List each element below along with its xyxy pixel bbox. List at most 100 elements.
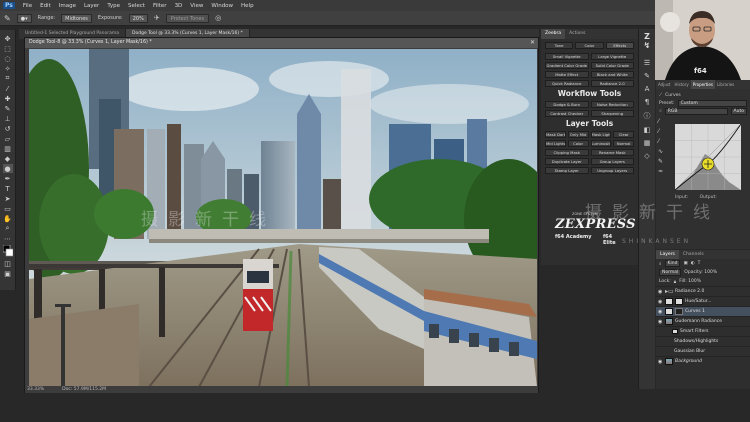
- clone-stamp-icon[interactable]: ⊥: [3, 114, 13, 123]
- exposure-input[interactable]: 20%: [128, 13, 148, 23]
- small-vignette-button[interactable]: Small Vignette: [545, 53, 589, 60]
- menu-help[interactable]: Help: [241, 3, 254, 9]
- dodge-icon[interactable]: ●: [2, 164, 13, 173]
- document-title[interactable]: Dodge Tool-8 @ 33.3% (Curves 1, Layer Ma…: [25, 38, 538, 48]
- f64-academy-link[interactable]: f64 Academy: [555, 234, 592, 240]
- pencil-icon[interactable]: ✎: [658, 158, 670, 165]
- normal-mode-button[interactable]: Normal: [613, 140, 634, 147]
- marquee-icon[interactable]: ⬚: [3, 44, 13, 53]
- pressure-icon[interactable]: ◎: [215, 14, 221, 22]
- menu-select[interactable]: Select: [128, 3, 145, 9]
- menu-window[interactable]: Window: [211, 3, 233, 9]
- swatches-panel-icon[interactable]: ▦: [644, 139, 651, 147]
- history-panel-icon[interactable]: ☰: [644, 59, 650, 67]
- stamp-layer-button[interactable]: Stamp Layer: [545, 167, 589, 174]
- filter-type-icon[interactable]: T: [698, 261, 701, 266]
- layer-row[interactable]: ◉ Gudemann Radiance: [656, 316, 750, 326]
- visibility-eye-icon[interactable]: ◉: [658, 359, 663, 365]
- filter-kind-select[interactable]: Kind: [664, 260, 681, 267]
- tab-properties[interactable]: Properties: [690, 80, 715, 89]
- channel-select[interactable]: RGB: [664, 107, 728, 115]
- eyedropper-white-icon[interactable]: ⁄: [658, 138, 670, 145]
- menu-file[interactable]: File: [23, 3, 32, 9]
- eyedropper-black-icon[interactable]: ⁄: [658, 118, 670, 125]
- protect-tones-checkbox[interactable]: Protect Tones: [165, 13, 210, 23]
- layer-row[interactable]: Smart Filters: [656, 326, 750, 336]
- menu-edit[interactable]: Edit: [40, 3, 51, 9]
- doc-size[interactable]: Doc: 57.9M/115.2M: [62, 386, 106, 393]
- close-icon[interactable]: ✕: [530, 38, 535, 48]
- visibility-eye-icon[interactable]: ◉: [658, 299, 663, 305]
- quick-radiance-button[interactable]: Quick Radiance: [545, 80, 589, 87]
- airbrush-icon[interactable]: ✈: [154, 14, 160, 22]
- layer-row-selected[interactable]: ◉ Curves 1: [656, 306, 750, 316]
- gradient-icon[interactable]: ▥: [3, 144, 13, 153]
- tab-history[interactable]: History: [673, 80, 691, 89]
- quick-select-icon[interactable]: ✧: [3, 64, 13, 73]
- matte-effect-button[interactable]: Matte Effect: [545, 71, 589, 78]
- menu-view[interactable]: View: [190, 3, 203, 9]
- smooth-icon[interactable]: ≈: [658, 168, 670, 175]
- brush-panel-icon[interactable]: ✎: [644, 72, 650, 80]
- layer-row[interactable]: ◉ ▸▭ Radiance 2.0: [656, 286, 750, 296]
- mask-dark-button[interactable]: Mask Dark: [545, 131, 566, 138]
- styles-panel-icon[interactable]: ◇: [644, 152, 649, 160]
- hand-adjust-icon[interactable]: ☝: [659, 109, 662, 114]
- blur-icon[interactable]: ◆: [3, 154, 13, 163]
- menu-filter[interactable]: Filter: [153, 3, 167, 9]
- clear-button[interactable]: Clear: [613, 131, 634, 138]
- pen-icon[interactable]: ✒: [3, 174, 13, 183]
- navigator-panel-icon[interactable]: ◧: [644, 126, 651, 134]
- brush-icon[interactable]: ✎: [4, 14, 11, 23]
- zoom-level[interactable]: 33.33%: [27, 386, 44, 393]
- auto-button[interactable]: Auto: [730, 107, 747, 115]
- clipping-mask-button[interactable]: Clipping Mask: [545, 149, 589, 156]
- type-icon[interactable]: T: [3, 184, 13, 193]
- healing-icon[interactable]: ✚: [3, 94, 13, 103]
- tab-channels[interactable]: Channels: [679, 250, 708, 259]
- curves-graph[interactable]: [674, 123, 742, 191]
- filter-image-icon[interactable]: ▣: [683, 261, 687, 266]
- layer-row[interactable]: ◉ Hue/Satur...: [656, 296, 750, 306]
- brush-size-picker[interactable]: ●▾: [16, 13, 32, 23]
- range-select[interactable]: Midtones: [61, 13, 92, 23]
- eyedropper-icon[interactable]: ⁄: [3, 84, 13, 93]
- gradient-color-grade-button[interactable]: Gradient Color Grade: [545, 62, 589, 69]
- curve-point-icon[interactable]: ∿: [658, 148, 670, 155]
- subtab-effects[interactable]: Effects: [605, 42, 634, 49]
- menu-type[interactable]: Type: [107, 3, 120, 9]
- menu-layer[interactable]: Layer: [84, 3, 99, 9]
- path-select-icon[interactable]: ➤: [3, 194, 13, 203]
- fill-field[interactable]: Fill: 100%: [679, 279, 701, 284]
- visibility-eye-icon[interactable]: ◉: [658, 309, 663, 315]
- more-tools-icon[interactable]: ⋯: [3, 234, 13, 243]
- group-layers-button[interactable]: Group Layers: [590, 158, 634, 165]
- zoom-icon[interactable]: ⌕: [3, 224, 13, 233]
- paragraph-panel-icon[interactable]: ¶: [645, 98, 649, 106]
- eyedropper-gray-icon[interactable]: ⁄: [658, 128, 670, 135]
- character-panel-icon[interactable]: A: [645, 85, 650, 93]
- layer-row[interactable]: Shadows/Highlights: [656, 336, 750, 346]
- filter-kind-icon[interactable]: ⌕: [659, 261, 662, 267]
- tab-libraries[interactable]: Libraries: [715, 80, 736, 89]
- rename-mask-button[interactable]: Rename Mask: [590, 149, 634, 156]
- filter-adjust-icon[interactable]: ◐: [691, 261, 695, 266]
- radiance-2-button[interactable]: Radiance 2.0: [590, 80, 634, 87]
- subtab-color[interactable]: Color: [575, 42, 604, 49]
- quick-mask-icon[interactable]: ◫: [3, 259, 13, 268]
- color-mode-button[interactable]: Color: [567, 140, 589, 147]
- lock-icon[interactable]: 🔒︎: [674, 279, 676, 285]
- sharpening-button[interactable]: Sharpening: [590, 110, 634, 117]
- info-panel-icon[interactable]: ⓘ: [644, 111, 651, 121]
- hand-icon[interactable]: ✋: [3, 214, 13, 223]
- tab-adjust[interactable]: Adjust: [656, 80, 673, 89]
- black-and-white-button[interactable]: Black and White: [590, 71, 634, 78]
- brush-tool-icon[interactable]: ✎: [3, 104, 13, 113]
- shape-icon[interactable]: ▭: [3, 204, 13, 213]
- contrast-checker-button[interactable]: Contrast Checker: [545, 110, 589, 117]
- noise-reduction-button[interactable]: Noise Reduction: [590, 101, 634, 108]
- visibility-eye-icon[interactable]: ◉: [658, 319, 663, 325]
- opacity-field[interactable]: Opacity: 100%: [684, 270, 717, 275]
- history-brush-icon[interactable]: ↺: [3, 124, 13, 133]
- large-vignette-button[interactable]: Large Vignette: [590, 53, 634, 60]
